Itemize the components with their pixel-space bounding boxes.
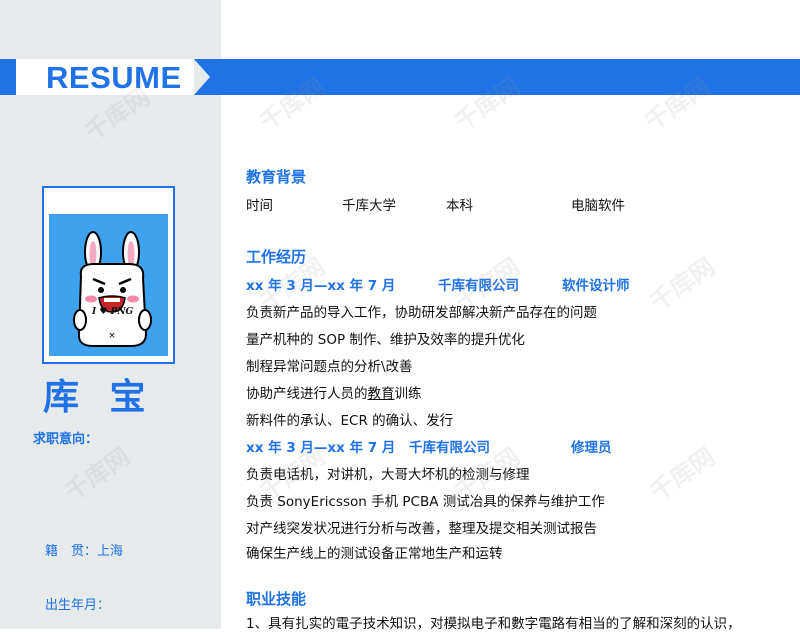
banner-left-bar — [0, 59, 16, 95]
duty-text: 协助产线进行人员的 — [246, 386, 368, 402]
duty-text: 训练 — [394, 386, 422, 402]
hometown-row: 籍 贯：上海 — [45, 540, 123, 559]
svg-text:×: × — [108, 331, 116, 341]
education-major: 电脑软件 — [571, 198, 625, 214]
resume-title: RESUME — [46, 60, 182, 95]
job-1-duty: 负责新产品的导入工作，协助研发部解决新产品存在的问题 — [246, 305, 597, 321]
job-intent-label: 求职意向： — [33, 432, 99, 447]
job-1-duty: 新料件的承认、ECR 的确认、发行 — [246, 413, 454, 429]
job-2-duty: 确保生产线上的测试设备正常地生产和运转 — [246, 546, 503, 562]
education-time: 时间 — [246, 198, 273, 214]
job-2-company: 千库有限公司 — [409, 440, 490, 456]
watermark: 千库网 — [644, 252, 720, 317]
education-degree: 本科 — [446, 198, 473, 214]
candidate-name: 库 宝 — [43, 377, 155, 418]
job-2-duty: 对产线突发状况进行分析与改善，整理及提交相关测试报告 — [246, 521, 597, 537]
skill-item: 1、具有扎实的電子技术知识，对模拟电子和數字電路有相当的了解和深刻的认识， — [246, 616, 741, 632]
hometown-value: 上海 — [97, 544, 124, 559]
duty-link-text: 教育 — [367, 386, 395, 402]
banner-arrow — [194, 59, 800, 95]
job-1-duty: 协助产线进行人员的教育训练 — [246, 382, 422, 402]
skills-title: 职业技能 — [246, 590, 307, 608]
education-title: 教育背景 — [246, 168, 307, 186]
badge-text: I ♥ PNG — [92, 307, 134, 317]
job-1-company: 千库有限公司 — [438, 278, 519, 294]
job-2-duty: 负责 SonyEricsson 手机 PCBA 测试冶具的保养与维护工作 — [246, 494, 605, 510]
job-1-period: xx 年 3 月—xx 年 7 月 — [246, 278, 396, 294]
job-2-period: xx 年 3 月—xx 年 7 月 — [246, 440, 396, 456]
profile-photo: × I ♥ PNG — [49, 214, 168, 356]
birth-label: 出生年月： — [45, 598, 111, 613]
hometown-label: 籍 贯： — [45, 544, 98, 559]
job-2-position: 修理员 — [571, 440, 612, 456]
job-1-duty: 量产机种的 SOP 制作、维护及效率的提升优化 — [246, 332, 525, 348]
work-title: 工作经历 — [246, 248, 307, 266]
job-2-duty: 负责电话机，对讲机，大哥大坏机的检测与修理 — [246, 467, 530, 483]
rabbit-avatar-icon: × — [73, 231, 152, 347]
education-school: 千库大学 — [342, 198, 396, 214]
profile-photo-frame: × I ♥ PNG — [42, 186, 175, 364]
watermark: 千库网 — [644, 442, 720, 507]
job-1-position: 软件设计师 — [562, 278, 630, 294]
job-1-duty: 制程异常问题点的分析\改善 — [246, 359, 413, 375]
